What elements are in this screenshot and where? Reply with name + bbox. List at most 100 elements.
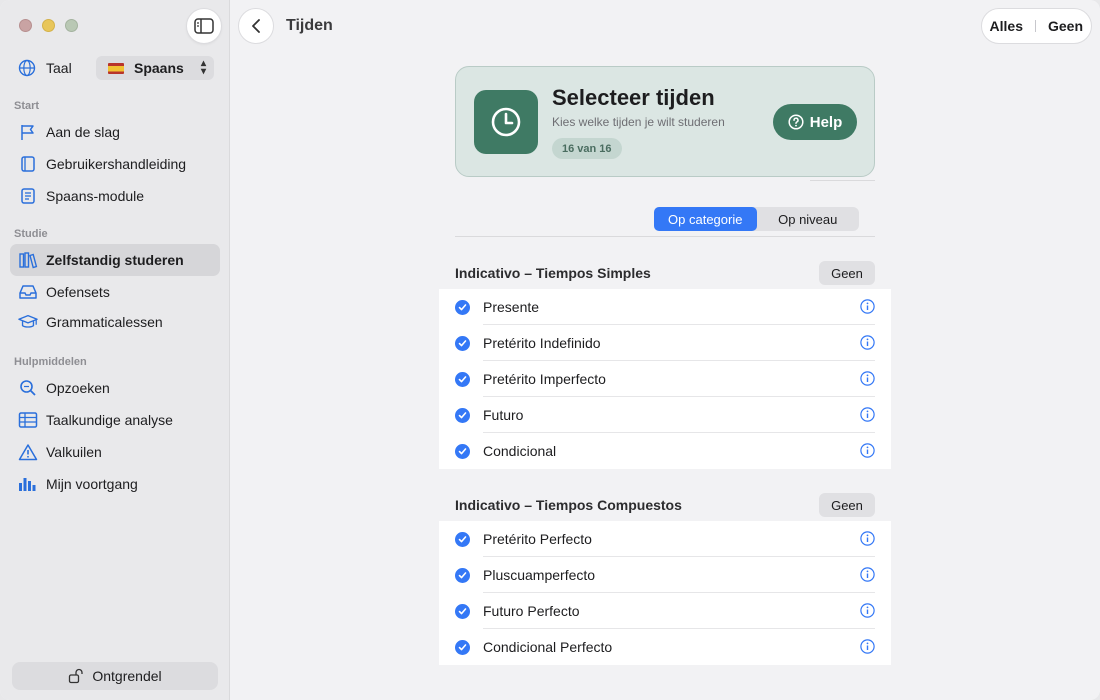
window-controls bbox=[19, 19, 78, 32]
group-none-button[interactable]: Geen bbox=[819, 261, 875, 285]
main-content: Tijden Alles Geen Selecteer tijden Kies … bbox=[230, 0, 1100, 700]
sidebar-item-aan-de-slag[interactable]: Aan de slag bbox=[10, 116, 220, 148]
section-title-studie: Studie bbox=[14, 228, 48, 240]
info-icon[interactable] bbox=[860, 407, 875, 425]
tense-row[interactable]: Futuro Perfecto bbox=[439, 593, 891, 629]
books-icon bbox=[19, 252, 38, 269]
info-icon[interactable] bbox=[860, 531, 875, 549]
tab-op-niveau[interactable]: Op niveau bbox=[757, 207, 860, 231]
minimize-window-button[interactable] bbox=[42, 19, 55, 32]
language-label: Taal bbox=[46, 60, 72, 76]
back-button[interactable] bbox=[238, 8, 274, 44]
info-icon[interactable] bbox=[860, 371, 875, 389]
unlock-button[interactable]: Ontgrendel bbox=[12, 662, 218, 690]
help-label: Help bbox=[809, 113, 843, 131]
magnifier-icon bbox=[20, 380, 36, 396]
question-circle-icon bbox=[788, 114, 804, 130]
flag-icon bbox=[21, 125, 34, 140]
separator bbox=[1034, 20, 1036, 32]
group-header: Indicativo – Tiempos Simples Geen bbox=[455, 261, 875, 285]
globe-icon bbox=[18, 59, 36, 77]
tray-icon bbox=[19, 285, 37, 299]
tense-label: Condicional Perfecto bbox=[483, 639, 613, 655]
tense-label: Pretérito Perfecto bbox=[483, 531, 592, 547]
sidebar-item-label: Grammaticalessen bbox=[46, 314, 163, 330]
language-row: Taal Spaans ▴ ▾ bbox=[18, 56, 214, 80]
clock-icon bbox=[474, 90, 538, 154]
unlock-label: Ontgrendel bbox=[92, 668, 162, 684]
tense-row[interactable]: Pretérito Perfecto bbox=[439, 521, 891, 557]
sidebar-item-oefensets[interactable]: Oefensets bbox=[10, 276, 220, 308]
spain-flag-icon bbox=[108, 62, 124, 74]
tense-label: Pluscuamperfecto bbox=[483, 567, 596, 583]
sidebar-item-opzoeken[interactable]: Opzoeken bbox=[10, 372, 220, 404]
sidebar-item-label: Zelfstandig studeren bbox=[46, 252, 184, 268]
sidebar-item-grammaticalessen[interactable]: Grammaticalessen bbox=[10, 306, 220, 338]
sidebar-item-zelfstandig-studeren[interactable]: Zelfstandig studeren bbox=[10, 244, 220, 276]
tense-row[interactable]: Pluscuamperfecto bbox=[439, 557, 891, 593]
checkmark-circle-icon[interactable] bbox=[455, 567, 470, 583]
language-select[interactable]: Spaans ▴ ▾ bbox=[96, 56, 214, 80]
group-title: Indicativo – Tiempos Compuestos bbox=[455, 497, 682, 513]
sidebar-item-gebruikershandleiding[interactable]: Gebruikershandleiding bbox=[10, 148, 220, 180]
checkmark-circle-icon[interactable] bbox=[455, 371, 470, 387]
tense-label: Pretérito Imperfecto bbox=[483, 371, 606, 387]
checkmark-circle-icon[interactable] bbox=[455, 603, 470, 619]
section-title-hulpmiddelen: Hulpmiddelen bbox=[14, 356, 87, 368]
select-none-button[interactable]: Geen bbox=[1048, 18, 1083, 34]
tab-op-categorie[interactable]: Op categorie bbox=[654, 207, 757, 231]
sidebar-item-mijn-voortgang[interactable]: Mijn voortgang bbox=[10, 468, 220, 500]
checkmark-circle-icon[interactable] bbox=[455, 407, 470, 423]
sidebar-item-label: Aan de slag bbox=[46, 124, 120, 140]
warning-icon bbox=[18, 444, 38, 461]
tense-label: Condicional bbox=[483, 443, 557, 459]
selection-count-badge: 16 van 16 bbox=[552, 138, 622, 159]
language-value: Spaans bbox=[134, 60, 184, 76]
sidebar-item-taalkundige-analyse[interactable]: Taalkundige analyse bbox=[10, 404, 220, 436]
zoom-window-button[interactable] bbox=[65, 19, 78, 32]
header-card: Selecteer tijden Kies welke tijden je wi… bbox=[455, 66, 875, 177]
updown-chevron-icon: ▴ ▾ bbox=[200, 58, 206, 77]
close-window-button[interactable] bbox=[19, 19, 32, 32]
divider bbox=[455, 236, 875, 237]
sidebar-item-label: Taalkundige analyse bbox=[46, 412, 173, 428]
info-icon[interactable] bbox=[860, 335, 875, 353]
sidebar-icon bbox=[194, 18, 214, 34]
sidebar-item-spaans-module[interactable]: Spaans-module bbox=[10, 180, 220, 212]
sidebar-toggle-button[interactable] bbox=[186, 8, 222, 44]
select-all-button[interactable]: Alles bbox=[990, 18, 1023, 34]
tense-list: Presente Pretérito Indefinido Pretérito Im… bbox=[439, 289, 891, 469]
sidebar-item-label: Oefensets bbox=[46, 284, 110, 300]
graduation-cap-icon bbox=[18, 314, 38, 328]
chevron-left-icon bbox=[252, 19, 260, 33]
tense-row[interactable]: Condicional bbox=[439, 433, 891, 469]
info-icon[interactable] bbox=[860, 443, 875, 461]
info-icon[interactable] bbox=[860, 567, 875, 585]
tense-row[interactable]: Presente bbox=[439, 289, 891, 325]
checkmark-circle-icon[interactable] bbox=[455, 443, 470, 459]
tense-row[interactable]: Pretérito Indefinido bbox=[439, 325, 891, 361]
table-icon bbox=[18, 412, 38, 428]
section-title-start: Start bbox=[14, 100, 40, 112]
info-icon[interactable] bbox=[860, 639, 875, 657]
info-icon[interactable] bbox=[860, 603, 875, 621]
divider bbox=[810, 180, 875, 181]
sidebar-item-valkuilen[interactable]: Valkuilen bbox=[10, 436, 220, 468]
tense-label: Presente bbox=[483, 299, 540, 315]
help-button[interactable]: Help bbox=[773, 104, 857, 140]
tense-label: Futuro bbox=[483, 407, 524, 423]
sidebar-item-label: Opzoeken bbox=[46, 380, 110, 396]
tense-row[interactable]: Futuro bbox=[439, 397, 891, 433]
app-window: Taal Spaans ▴ ▾ Start Aan de slag Gebruik… bbox=[0, 0, 1100, 700]
checkmark-circle-icon[interactable] bbox=[455, 299, 470, 315]
checkmark-circle-icon[interactable] bbox=[455, 335, 470, 351]
sidebar: Taal Spaans ▴ ▾ Start Aan de slag Gebruik… bbox=[0, 0, 230, 700]
tense-row[interactable]: Condicional Perfecto bbox=[439, 629, 891, 665]
group-none-button[interactable]: Geen bbox=[819, 493, 875, 517]
checkmark-circle-icon[interactable] bbox=[455, 531, 470, 547]
checkmark-circle-icon[interactable] bbox=[455, 639, 470, 655]
info-icon[interactable] bbox=[860, 299, 875, 317]
tense-row[interactable]: Pretérito Imperfecto bbox=[439, 361, 891, 397]
page-title: Tijden bbox=[286, 17, 333, 34]
mode-segmented-control: Op categorie Op niveau bbox=[654, 207, 859, 231]
